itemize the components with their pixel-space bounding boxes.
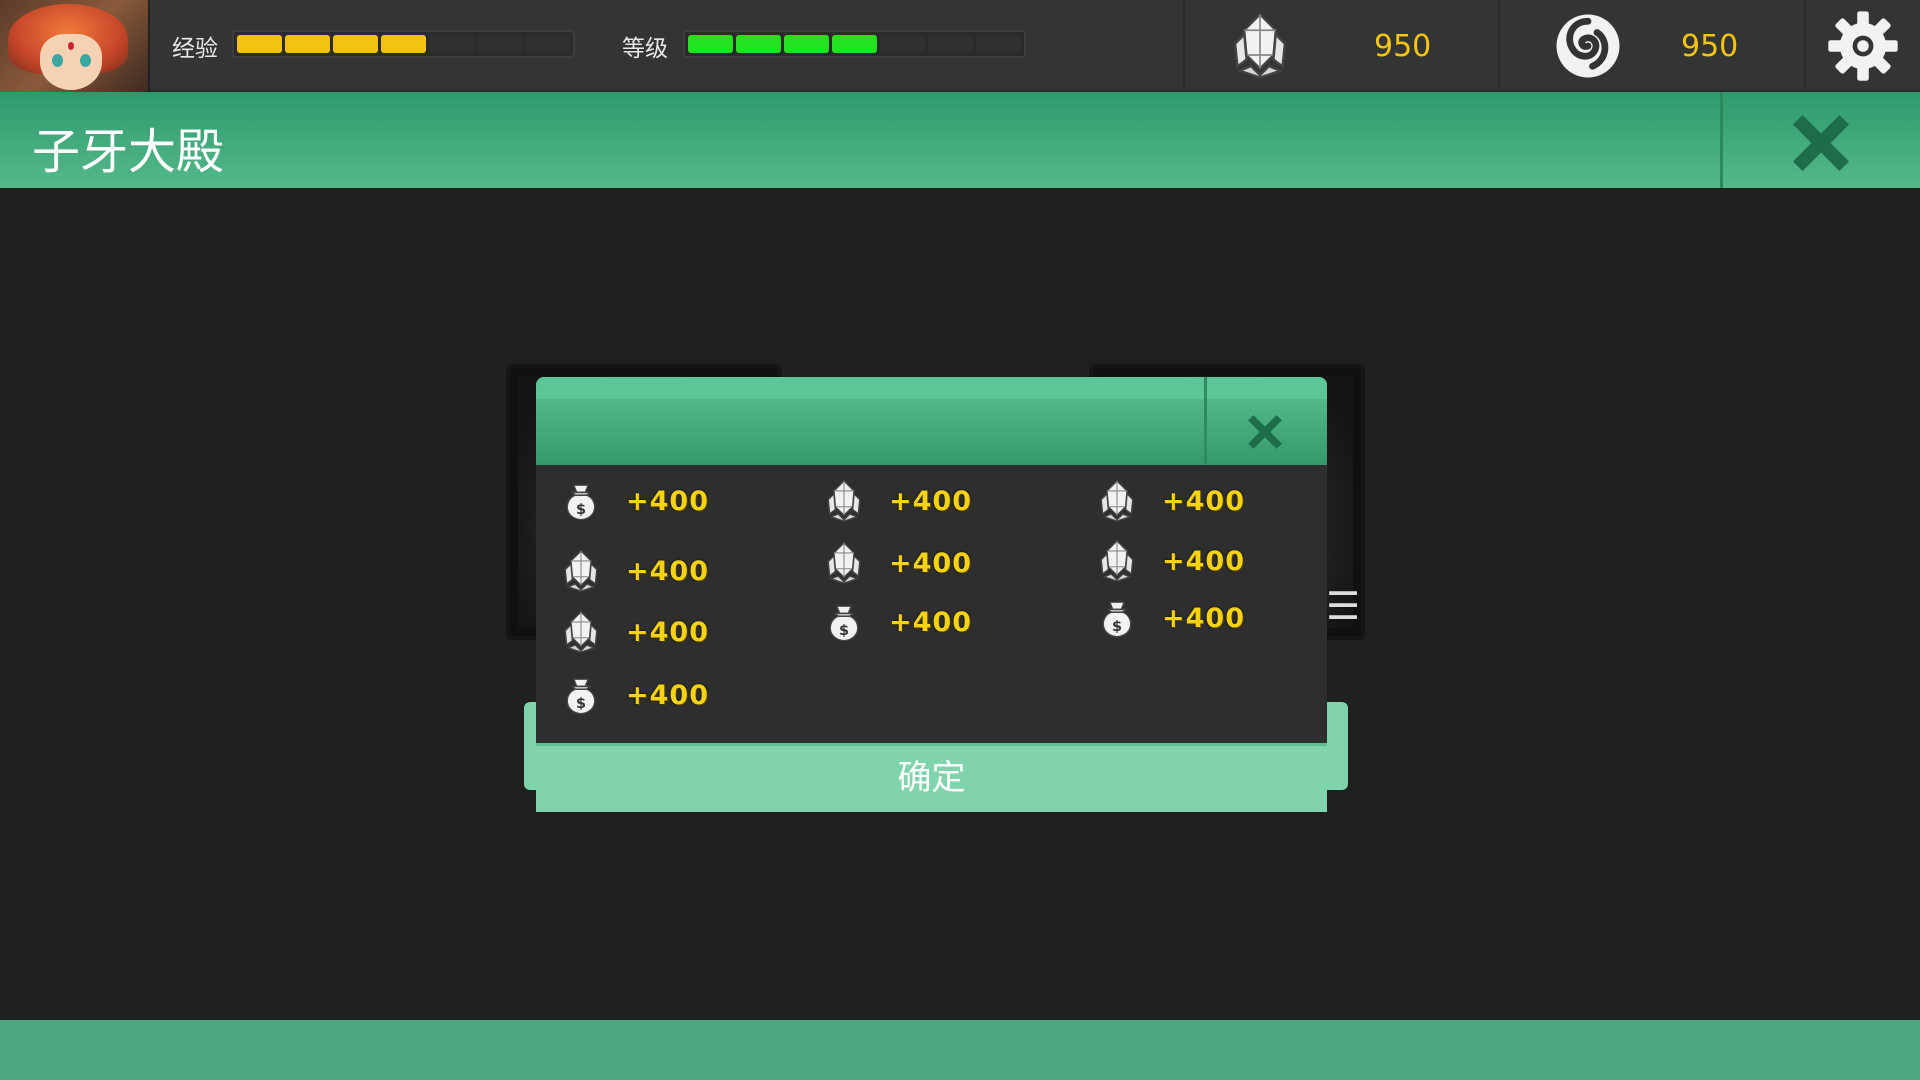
rewards-dialog: +400 +400 +400 +400 +400 +400 +400 +400 +400 +400… (536, 377, 1327, 812)
page-title: 子牙大殿 (32, 124, 225, 180)
reward-amount: +400 (1162, 602, 1245, 634)
reward-amount: +400 (626, 616, 709, 648)
progress-segment (381, 35, 426, 53)
dialog-header (536, 377, 1327, 465)
reward-item: +400 (558, 549, 709, 593)
reward-amount: +400 (889, 606, 972, 638)
player-avatar[interactable] (0, 0, 150, 92)
progress-segment (237, 35, 282, 53)
swirl-icon (1556, 14, 1620, 78)
reward-amount: +400 (1162, 485, 1245, 517)
reward-amount: +400 (889, 485, 972, 517)
level-label: 等级 (622, 36, 668, 62)
reward-amount: +400 (626, 679, 709, 711)
hud-divider (1183, 0, 1185, 92)
exp-label: 经验 (172, 36, 218, 62)
reward-amount: +400 (1162, 545, 1245, 577)
crystal-icon (564, 550, 598, 592)
money-bag-icon (566, 678, 596, 715)
reward-item: +400 (558, 610, 709, 654)
close-icon[interactable] (1790, 112, 1852, 174)
progress-segment (880, 35, 925, 53)
settings-gear-icon[interactable] (1826, 9, 1900, 83)
reward-list: +400 +400 +400 +400 +400 +400 +400 +400 +400 +400 (536, 465, 1327, 743)
reward-item: +400 (1094, 539, 1245, 583)
crystal-icon (1234, 13, 1286, 79)
progress-segment (928, 35, 973, 53)
reward-amount: +400 (626, 485, 709, 517)
money-bag-icon (829, 605, 859, 642)
money-bag-icon (1102, 601, 1132, 638)
confirm-button[interactable]: 确定 (536, 743, 1327, 812)
progress-segment (333, 35, 378, 53)
crystal-icon (564, 611, 598, 653)
progress-segment (976, 35, 1021, 53)
hud-divider (1498, 0, 1500, 92)
crystal-icon (827, 542, 861, 584)
exp-progress-bar (232, 30, 575, 58)
reward-item: +400 (821, 541, 972, 585)
progress-segment (688, 35, 733, 53)
reward-amount: +400 (626, 555, 709, 587)
progress-segment (736, 35, 781, 53)
avatar-right-eye (80, 54, 91, 67)
progress-segment (429, 35, 474, 53)
avatar-forehead-mark (68, 42, 74, 50)
reward-item: +400 (1094, 596, 1245, 640)
dialog-header-bevel (536, 377, 1327, 399)
crystal-icon (827, 480, 861, 522)
dialog-header-divider (1204, 377, 1207, 465)
crystal-icon (1100, 480, 1134, 522)
title-divider (1720, 92, 1723, 188)
crystal-value: 950 (1374, 29, 1432, 64)
level-progress-bar (683, 30, 1026, 58)
reward-item: +400 (1094, 479, 1245, 523)
hud-divider (1804, 0, 1806, 92)
progress-segment (477, 35, 522, 53)
progress-segment (525, 35, 570, 53)
swirl-value: 950 (1681, 29, 1739, 64)
reward-item: +400 (821, 479, 972, 523)
avatar-left-eye (52, 54, 63, 67)
crystal-icon (1100, 540, 1134, 582)
money-bag-icon (566, 484, 596, 521)
reward-item: +400 (558, 673, 709, 717)
scroll-icon: ☰ (1326, 584, 1361, 628)
dialog-close-icon[interactable] (1246, 413, 1284, 451)
reward-item: +400 (558, 479, 709, 523)
progress-segment (784, 35, 829, 53)
bottom-bar (0, 1020, 1920, 1080)
progress-segment (285, 35, 330, 53)
title-bar: 子牙大殿 (0, 92, 1920, 188)
progress-segment (832, 35, 877, 53)
reward-amount: +400 (889, 547, 972, 579)
top-hud: 经验 等级 950 950 (0, 0, 1920, 92)
reward-item: +400 (821, 600, 972, 644)
